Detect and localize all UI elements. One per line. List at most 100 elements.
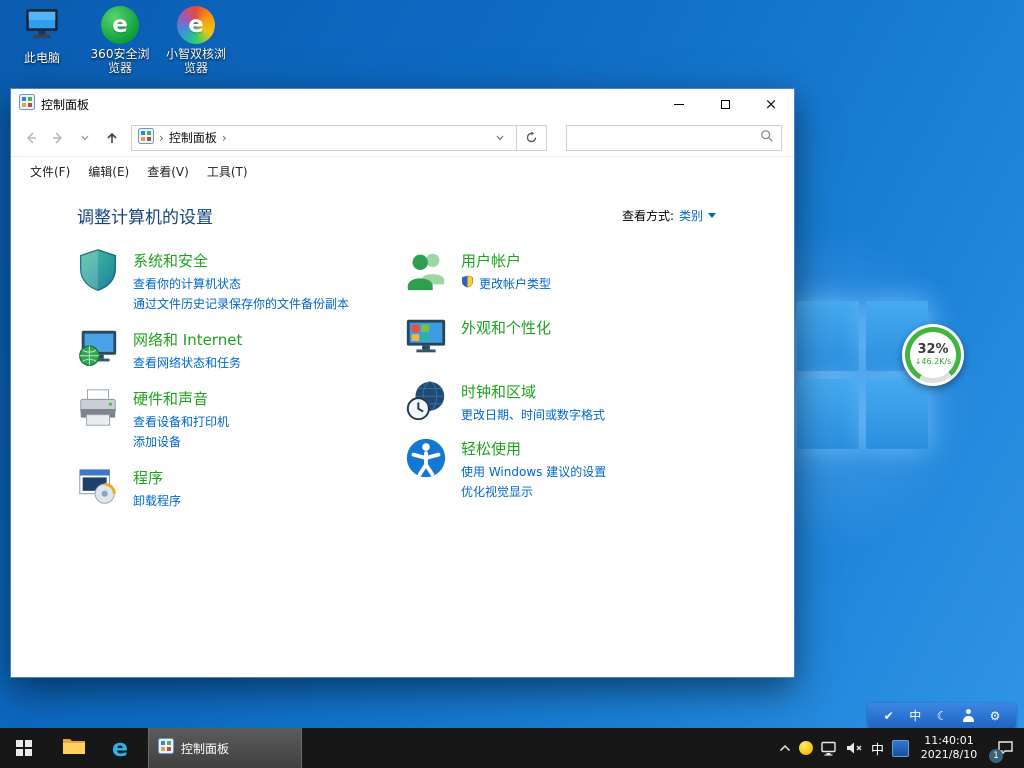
link-text: 更改日期、时间或数字格式 xyxy=(461,405,605,425)
caption-buttons: × xyxy=(656,89,794,119)
network-internet-icon[interactable] xyxy=(75,326,121,372)
this-pc-icon xyxy=(22,6,62,48)
breadcrumb-chevron-icon: › xyxy=(222,131,227,145)
category-programs: 程序 卸载程序 xyxy=(75,464,387,511)
category-link[interactable]: 通过文件历史记录保存你的文件备份副本 xyxy=(133,294,349,314)
link-text: 查看你的计算机状态 xyxy=(133,274,241,294)
hardware-sound-icon[interactable] xyxy=(75,385,121,431)
link-text: 更改帐户类型 xyxy=(479,274,551,294)
refresh-button[interactable] xyxy=(517,125,547,151)
close-button[interactable]: × xyxy=(748,89,794,119)
breadcrumb-chevron-icon: › xyxy=(159,131,164,145)
link-text: 查看设备和打印机 xyxy=(133,412,229,432)
maximize-icon xyxy=(721,100,730,109)
category-link[interactable]: 查看设备和打印机 xyxy=(133,412,229,432)
category-link[interactable]: 卸载程序 xyxy=(133,491,181,511)
menu-view[interactable]: 查看(V) xyxy=(138,159,198,184)
desktop-icon-360-browser[interactable]: e 360安全浏览器 xyxy=(86,6,154,75)
category-link[interactable]: 添加设备 xyxy=(133,432,229,452)
menu-tools[interactable]: 工具(T) xyxy=(198,159,257,184)
recent-pages-dropdown[interactable] xyxy=(73,126,97,150)
view-by-value[interactable]: 类别 xyxy=(679,207,703,224)
breadcrumb-control-panel[interactable]: 控制面板 xyxy=(169,129,217,146)
taskbar-task-control-panel[interactable]: 控制面板 xyxy=(148,728,302,768)
system-security-icon[interactable] xyxy=(75,247,121,293)
ime-chinese-mode-icon[interactable]: 中 xyxy=(909,710,921,722)
tray-ime-app-icon[interactable] xyxy=(892,740,909,757)
tray-clock[interactable]: 11:40:01 2021/8/10 xyxy=(917,734,981,762)
up-button[interactable] xyxy=(100,126,124,150)
category-network-internet: 网络和 Internet 查看网络状态和任务 xyxy=(75,326,387,373)
start-button[interactable] xyxy=(0,728,48,768)
address-dropdown-button[interactable] xyxy=(490,126,510,150)
gauge-core: 32% ↓46.2K/s xyxy=(910,332,956,378)
ime-fullwidth-moon-icon[interactable]: ☾ xyxy=(937,710,948,722)
ease-of-access-icon[interactable] xyxy=(403,435,449,481)
gauge-download-speed: ↓46.2K/s xyxy=(915,357,952,367)
link-text: 使用 Windows 建议的设置 xyxy=(461,462,606,482)
category-title[interactable]: 系统和安全 xyxy=(133,250,349,271)
minimize-button[interactable] xyxy=(656,89,702,119)
user-accounts-icon[interactable] xyxy=(403,247,449,293)
category-link[interactable]: 查看你的计算机状态 xyxy=(133,274,349,294)
back-button[interactable] xyxy=(19,126,43,150)
category-title[interactable]: 用户帐户 xyxy=(461,250,551,271)
forward-button[interactable] xyxy=(46,126,70,150)
category-title[interactable]: 硬件和声音 xyxy=(133,388,229,409)
task-label: 控制面板 xyxy=(181,740,229,757)
category-title[interactable]: 外观和个性化 xyxy=(461,317,551,338)
category-title[interactable]: 轻松使用 xyxy=(461,438,606,459)
chevron-down-icon[interactable] xyxy=(708,213,716,218)
navigation-bar: › 控制面板 › xyxy=(11,119,794,157)
control-panel-icon xyxy=(19,94,35,114)
tray-ime-mode[interactable]: 中 xyxy=(871,739,884,758)
control-panel-icon xyxy=(158,738,174,758)
tray-360-icon[interactable] xyxy=(799,741,813,755)
category-link[interactable]: 更改帐户类型 xyxy=(461,274,551,294)
tray-time: 11:40:01 xyxy=(917,734,981,748)
action-center-button[interactable]: 1 xyxy=(989,728,1021,768)
category-title[interactable]: 程序 xyxy=(133,467,181,488)
search-input[interactable] xyxy=(574,131,760,145)
gauge-percent: 32% xyxy=(917,343,948,357)
ime-check-icon[interactable]: ✔ xyxy=(884,710,894,722)
link-text: 查看网络状态和任务 xyxy=(133,353,241,373)
desktop-icon-label: 小智双核浏览器 xyxy=(162,47,230,75)
category-user-accounts: 用户帐户 更改帐户类型 xyxy=(403,247,743,294)
appearance-personalization-icon[interactable] xyxy=(403,314,449,360)
search-box xyxy=(566,125,782,151)
menu-file[interactable]: 文件(F) xyxy=(21,159,79,184)
network-speed-gauge[interactable]: 32% ↓46.2K/s xyxy=(902,324,964,386)
file-explorer-button[interactable] xyxy=(52,728,96,768)
maximize-button[interactable] xyxy=(702,89,748,119)
windows-logo-pane xyxy=(866,379,928,449)
address-bar[interactable]: › 控制面板 › xyxy=(131,125,517,151)
window-title: 控制面板 xyxy=(41,96,89,113)
ime-settings-gear-icon[interactable]: ⚙ xyxy=(990,710,1001,722)
category-title[interactable]: 时钟和区域 xyxy=(461,381,605,402)
ime-user-icon[interactable] xyxy=(963,709,974,722)
clock-region-icon[interactable] xyxy=(403,378,449,424)
desktop-icon-label: 360安全浏览器 xyxy=(86,47,154,75)
titlebar[interactable]: 控制面板 × xyxy=(11,89,794,119)
category-link[interactable]: 查看网络状态和任务 xyxy=(133,353,242,373)
tray-volume-muted-icon[interactable] xyxy=(846,741,863,755)
windows-logo-icon xyxy=(16,740,32,756)
tray-network-icon[interactable] xyxy=(821,741,838,756)
category-link[interactable]: 更改日期、时间或数字格式 xyxy=(461,405,605,425)
category-ease-of-access: 轻松使用 使用 Windows 建议的设置 优化视觉显示 xyxy=(403,435,743,502)
edge-browser-button[interactable]: e xyxy=(98,728,142,768)
desktop-icon-this-pc[interactable]: 此电脑 xyxy=(8,6,76,65)
category-title[interactable]: 网络和 Internet xyxy=(133,329,242,350)
desktop-icon-xiaozhi-browser[interactable]: e 小智双核浏览器 xyxy=(162,6,230,75)
link-text: 添加设备 xyxy=(133,432,181,452)
tray-date: 2021/8/10 xyxy=(917,748,981,762)
programs-icon[interactable] xyxy=(75,464,121,510)
menu-edit[interactable]: 编辑(E) xyxy=(79,159,138,184)
tray-expand-chevron-icon[interactable] xyxy=(779,744,791,752)
category-column-left: 系统和安全 查看你的计算机状态 通过文件历史记录保存你的文件备份副本 网络和 I… xyxy=(75,247,387,523)
search-icon[interactable] xyxy=(760,128,774,147)
category-link[interactable]: 优化视觉显示 xyxy=(461,482,606,502)
desktop: { "desktop": { "icons": [ { "label": "此电… xyxy=(0,0,1024,768)
category-link[interactable]: 使用 Windows 建议的设置 xyxy=(461,462,606,482)
